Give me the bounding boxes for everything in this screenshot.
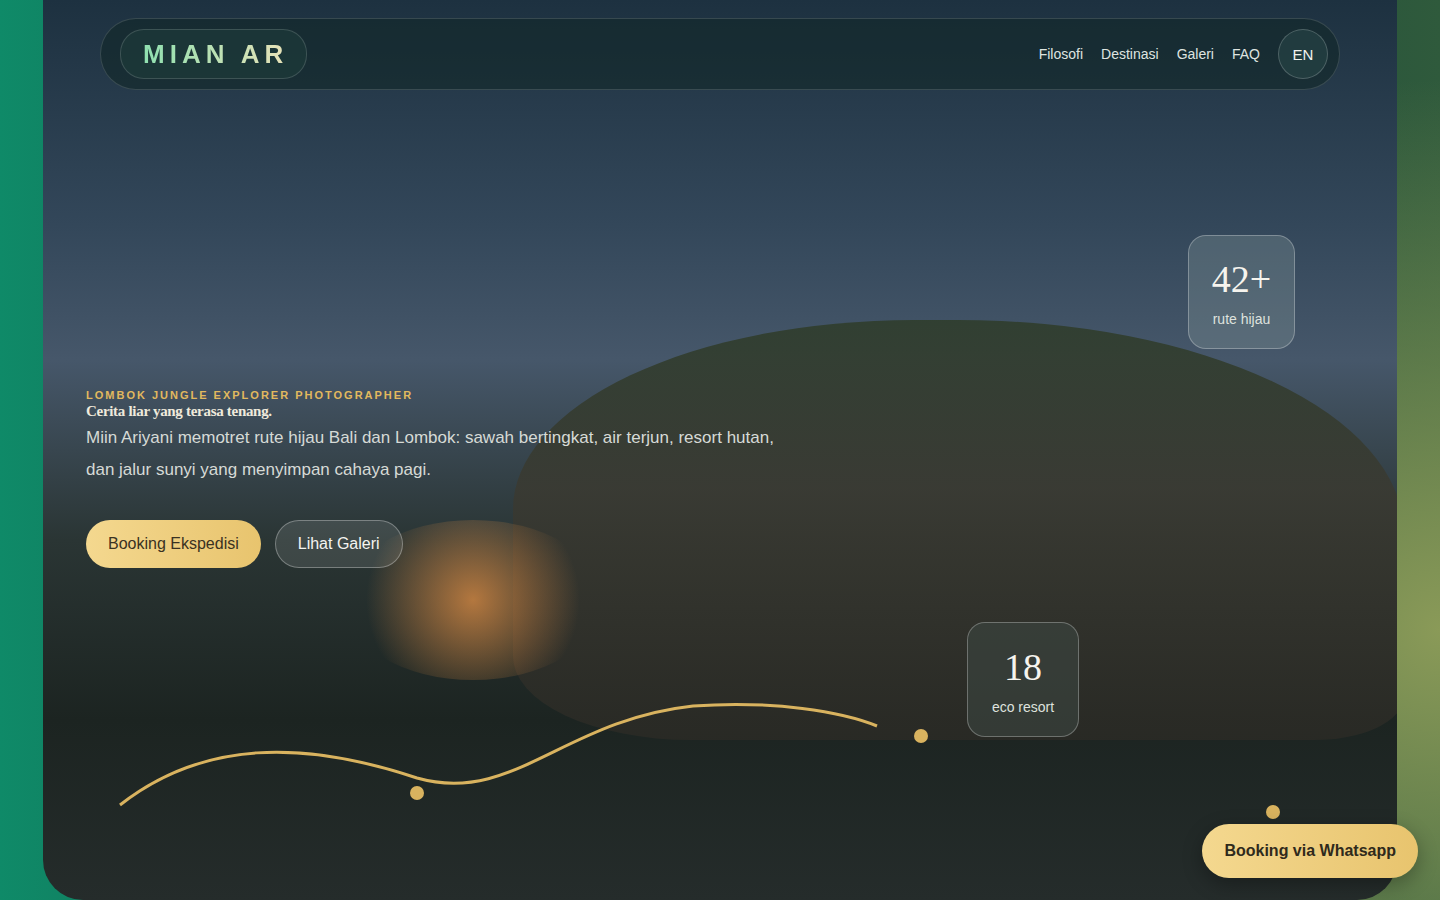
stat-value: 18 [1004, 645, 1042, 689]
stat-value: 42+ [1212, 257, 1271, 301]
description: Miin Ariyani memotret rute hijau Bali da… [86, 422, 806, 486]
whatsapp-button[interactable]: Booking via Whatsapp [1202, 824, 1418, 878]
nav-link[interactable]: Filosofi [1039, 46, 1083, 62]
primary-button[interactable]: Booking Ekspedisi [86, 520, 261, 568]
nav-link[interactable]: FAQ [1232, 46, 1260, 62]
stat-card: 18 eco resort [967, 622, 1079, 737]
hero: MIAN AR Filosofi Destinasi Galeri FAQ EN LO… [43, 0, 1397, 900]
island-shape [513, 320, 1397, 740]
nav-links: Filosofi Destinasi Galeri FAQ EN [1039, 29, 1328, 79]
nav-bar: MIAN AR Filosofi Destinasi Galeri FAQ EN [100, 18, 1340, 90]
hero-photo [43, 0, 1397, 900]
tagline: Cerita liar yang terasa tenang. [86, 403, 806, 420]
language-button[interactable]: EN [1278, 29, 1328, 79]
stat-label: rute hijau [1213, 311, 1271, 327]
wave-line-icon [43, 0, 1397, 900]
eyebrow: LOMBOK JUNGLE EXPLORER PHOTOGRAPHER [86, 389, 806, 401]
nav-link[interactable]: Galeri [1177, 46, 1214, 62]
page: MIAN AR Filosofi Destinasi Galeri FAQ EN LO… [0, 0, 1440, 900]
stat-card: 42+ rute hijau [1188, 235, 1295, 349]
hero-copy: LOMBOK JUNGLE EXPLORER PHOTOGRAPHER Ceri… [86, 389, 806, 568]
secondary-button[interactable]: Lihat Galeri [275, 520, 403, 568]
hero-buttons: Booking Ekspedisi Lihat Galeri [86, 520, 806, 568]
nav-link[interactable]: Destinasi [1101, 46, 1159, 62]
stat-label: eco resort [992, 699, 1054, 715]
logo[interactable]: MIAN AR [120, 29, 307, 79]
